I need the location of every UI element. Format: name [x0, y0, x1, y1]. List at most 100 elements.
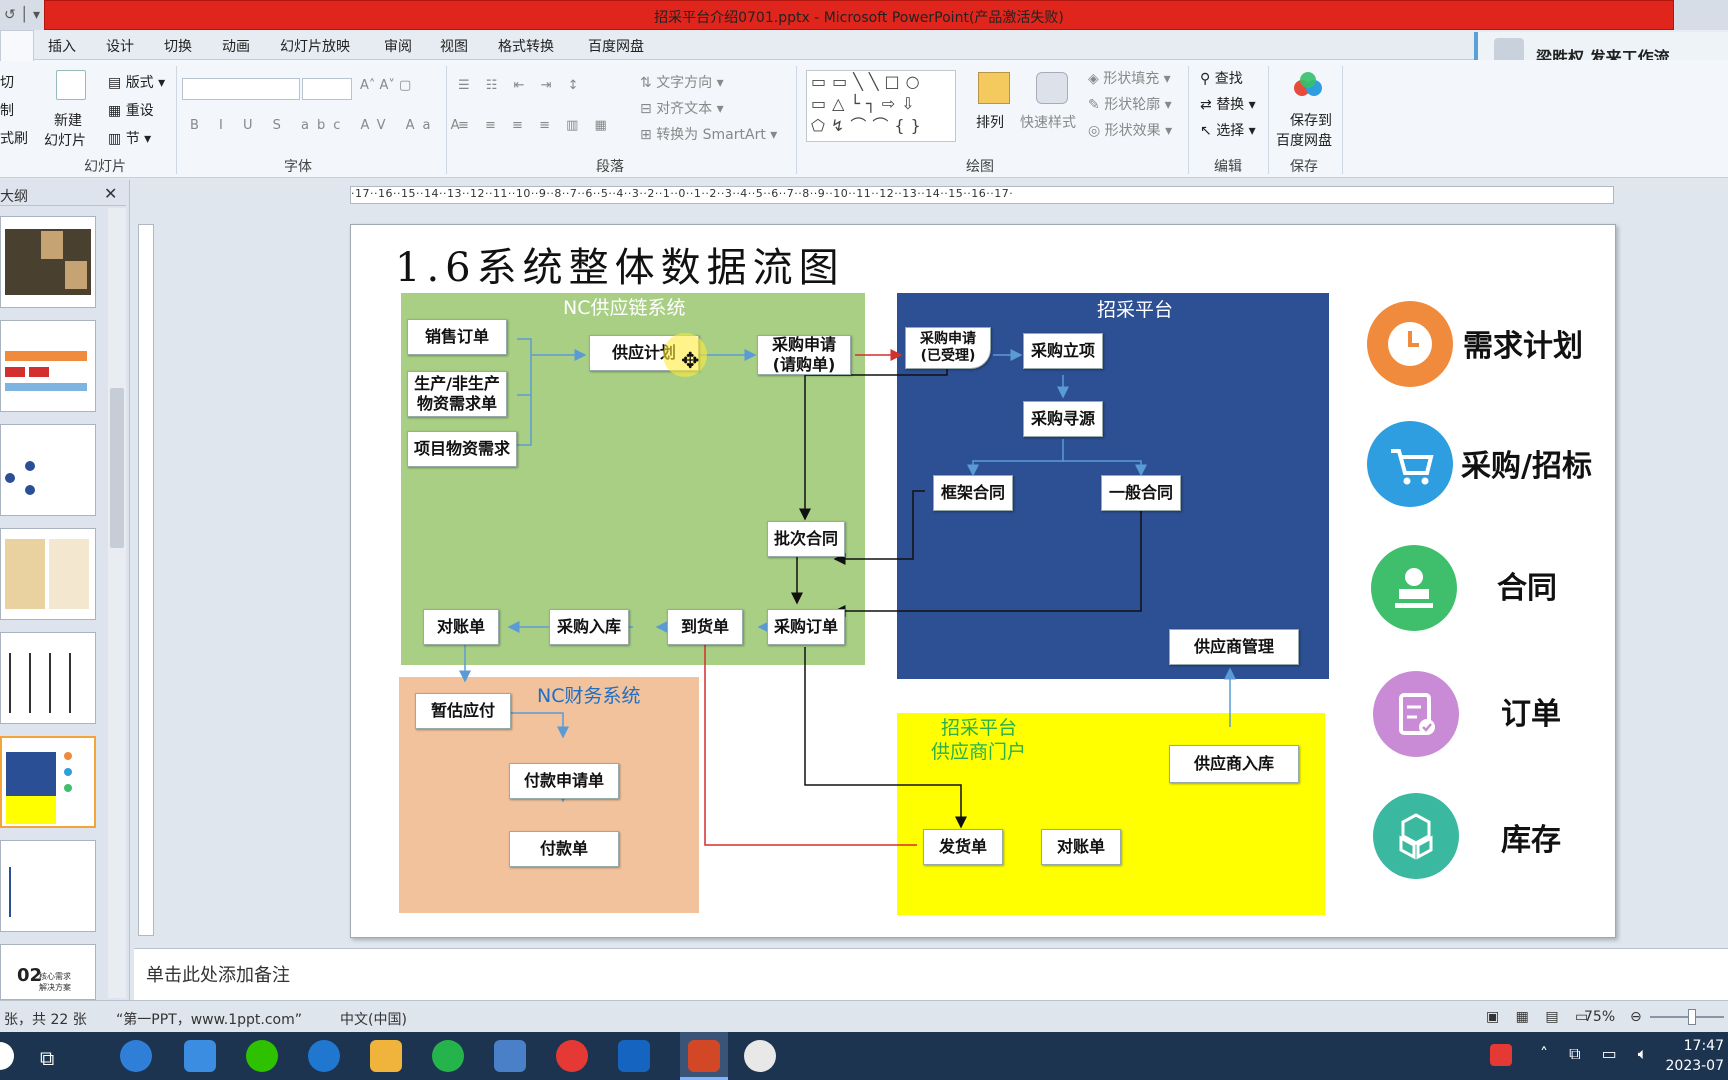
find-button[interactable]: ⚲ 查找	[1200, 68, 1243, 88]
save-to-label[interactable]: 保存到	[1290, 110, 1332, 130]
frame-contract-node[interactable]: 框架合同	[933, 475, 1013, 511]
arrange-icon[interactable]	[978, 72, 1010, 104]
smartart-button[interactable]: ⊞ 转换为 SmartArt ▾	[640, 124, 777, 144]
new-slide-label[interactable]: 新建	[54, 110, 82, 130]
general-contract-node[interactable]: 一般合同	[1101, 475, 1181, 511]
project-req-node[interactable]: 项目物资需求	[407, 431, 517, 467]
tab-animations[interactable]: 动画	[222, 36, 250, 56]
demand-plan-icon[interactable]	[1367, 301, 1453, 387]
cut-button[interactable]: 切	[0, 72, 14, 92]
procurement-project-node[interactable]: 采购立项	[1023, 333, 1103, 369]
sogou-icon[interactable]	[1490, 1044, 1512, 1066]
tab-review[interactable]: 审阅	[384, 36, 412, 56]
folder-icon[interactable]	[370, 1040, 402, 1072]
zoom-out-icon[interactable]: ⊖	[1630, 1009, 1642, 1025]
new-slide-icon[interactable]	[56, 70, 86, 100]
select-button[interactable]: ↖ 选择 ▾	[1200, 120, 1256, 140]
shape-fill-button[interactable]: ◈ 形状填充 ▾	[1088, 68, 1171, 88]
quick-access-toolbar[interactable]: ↺ │ ▾	[0, 0, 44, 30]
stamp-icon[interactable]	[1371, 545, 1457, 631]
wechat-icon[interactable]	[246, 1040, 278, 1072]
sourcing-node[interactable]: 采购寻源	[1023, 401, 1103, 437]
boxes-icon[interactable]	[1373, 793, 1459, 879]
stock-in-node[interactable]: 采购入库	[549, 609, 629, 645]
portal-statement-node[interactable]: 对账单	[1041, 829, 1121, 865]
shape-effects-button[interactable]: ◎ 形状效果 ▾	[1088, 120, 1172, 140]
quick-styles-button[interactable]: 快速样式	[1020, 112, 1076, 132]
purchase-order-node[interactable]: 采购订单	[767, 609, 845, 645]
outline-tab[interactable]: 大纲	[0, 186, 28, 206]
font-name-select[interactable]	[182, 78, 300, 100]
tab-baidu-pan[interactable]: 百度网盘	[588, 36, 644, 56]
tab-design[interactable]: 设计	[106, 36, 134, 56]
font-size-select[interactable]	[302, 78, 352, 100]
notes-placeholder[interactable]: 单击此处添加备注	[146, 961, 290, 987]
powerpoint-icon[interactable]	[688, 1040, 720, 1072]
align-buttons[interactable]: ≡ ≡ ≡ ≡ ▥ ▦	[458, 118, 613, 133]
new-slide-label-2[interactable]: 幻灯片	[44, 130, 86, 150]
shape-outline-button[interactable]: ✎ 形状轮廓 ▾	[1088, 94, 1172, 114]
thumbnail-scrollbar[interactable]	[108, 208, 126, 998]
drop-icon[interactable]	[556, 1040, 588, 1072]
system-tray-icons[interactable]: ˄ ⧉ ▭ 🔈︎	[1540, 1044, 1655, 1064]
production-req-node[interactable]: 生产/非生产 物资需求单	[407, 371, 507, 417]
font-format-buttons[interactable]: B I U S abc AV Aa A	[190, 118, 468, 133]
supplier-management-node[interactable]: 供应商管理	[1169, 629, 1299, 665]
align-text-button[interactable]: ⊟ 对齐文本 ▾	[640, 98, 724, 118]
slide-thumbnail[interactable]	[0, 320, 96, 412]
zoom-level[interactable]: 75%	[1584, 1009, 1615, 1025]
close-icon[interactable]: ✕	[104, 184, 117, 203]
purchase-request-node[interactable]: 采购申请 (请购单)	[757, 335, 851, 375]
language[interactable]: 中文(中国)	[340, 1009, 407, 1029]
format-painter-button[interactable]: 式刷	[0, 128, 28, 148]
text-direction-button[interactable]: ⇅ 文字方向 ▾	[640, 72, 724, 92]
tab-transitions[interactable]: 切换	[164, 36, 192, 56]
remote-desktop-icon[interactable]	[494, 1040, 526, 1072]
supplier-stock-in-node[interactable]: 供应商入库	[1169, 745, 1299, 783]
clipboard-icon[interactable]	[1373, 671, 1459, 757]
slide-thumbnail[interactable]	[0, 216, 96, 308]
copy-button[interactable]: 制	[0, 100, 14, 120]
zoom-slider-thumb[interactable]	[1688, 1009, 1696, 1025]
slide-thumbnail[interactable]	[0, 528, 96, 620]
slide-thumbnail[interactable]: 02 核心需求 解决方案	[0, 944, 96, 1000]
360-browser-icon[interactable]	[432, 1040, 464, 1072]
pr-accepted-node[interactable]: 采购申请 (已受理)	[905, 327, 991, 369]
replace-button[interactable]: ⇄ 替换 ▾	[1200, 94, 1256, 114]
tab-view[interactable]: 视图	[440, 36, 468, 56]
section-button[interactable]: ▥ 节 ▾	[108, 128, 151, 148]
slide-thumbnail[interactable]	[0, 424, 96, 516]
arrival-node[interactable]: 到货单	[667, 609, 743, 645]
list-buttons[interactable]: ☰ ☷ ⇤ ⇥ ↕	[458, 78, 585, 93]
delivery-note-node[interactable]: 发货单	[923, 829, 1003, 865]
tab-slideshow[interactable]: 幻灯片放映	[280, 36, 350, 56]
scroll-thumb[interactable]	[110, 388, 124, 548]
clock-time[interactable]: 17:47	[1684, 1038, 1724, 1054]
browser-icon[interactable]	[120, 1040, 152, 1072]
slide-thumbnail-current[interactable]	[0, 736, 96, 828]
font-size-buttons[interactable]: A˄ A˅ ▢	[360, 78, 411, 93]
baidu-cloud-icon[interactable]	[1290, 70, 1326, 102]
quick-styles-icon[interactable]	[1036, 72, 1068, 104]
statement-node[interactable]: 对账单	[423, 609, 499, 645]
kingdee-icon[interactable]	[308, 1040, 340, 1072]
sales-order-node[interactable]: 销售订单	[407, 319, 507, 355]
start-icon[interactable]	[0, 1042, 14, 1070]
estimated-payable-node[interactable]: 暂估应付	[415, 693, 511, 729]
view-buttons[interactable]: ▣ ▦ ▤ ▭	[1486, 1009, 1594, 1025]
feishu-icon[interactable]	[184, 1040, 216, 1072]
gauge-icon[interactable]	[744, 1040, 776, 1072]
baidu-pan-label[interactable]: 百度网盘	[1276, 130, 1332, 150]
nc-icon[interactable]	[618, 1040, 650, 1072]
slide-thumbnail[interactable]	[0, 840, 96, 932]
payment-node[interactable]: 付款单	[509, 831, 619, 867]
shapes-gallery[interactable]: ▭▭╲╲□○ ▭△└┐⇨⇩ ⬠↯⌒⌒{}	[806, 70, 956, 142]
zoom-slider[interactable]	[1650, 1016, 1724, 1018]
batch-contract-node[interactable]: 批次合同	[767, 521, 845, 557]
theme-name[interactable]: “第一PPT，www.1ppt.com”	[116, 1009, 302, 1029]
slide-canvas[interactable]: 1.6系统整体数据流图 NC供应链系统 招采平台 NC财务系统 招采平台 供应商…	[350, 224, 1616, 938]
tab-format-convert[interactable]: 格式转换	[498, 36, 554, 56]
payment-request-node[interactable]: 付款申请单	[509, 763, 619, 799]
clock-date[interactable]: 2023-07	[1666, 1058, 1725, 1074]
shopping-cart-icon[interactable]	[1367, 421, 1453, 507]
